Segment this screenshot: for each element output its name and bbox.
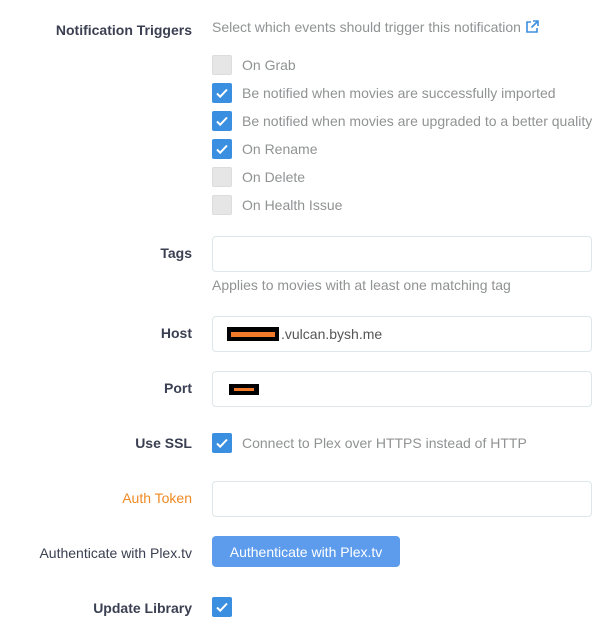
on-import-label: Be notified when movies are successfully… <box>242 85 556 101</box>
trigger-on-import[interactable]: Be notified when movies are successfully… <box>212 83 556 103</box>
authenticate-plex-button[interactable]: Authenticate with Plex.tv <box>212 536 400 567</box>
on-upgrade-checkbox[interactable] <box>212 111 232 131</box>
on-delete-label: On Delete <box>242 169 306 185</box>
on-grab-label: On Grab <box>242 57 296 73</box>
port-input[interactable] <box>212 371 592 407</box>
on-health-issue-checkbox[interactable] <box>212 195 232 215</box>
trigger-on-rename[interactable]: On Rename <box>212 139 317 159</box>
trigger-on-grab[interactable]: On Grab <box>212 55 296 75</box>
authenticate-label: Authenticate with Plex.tv <box>39 545 192 561</box>
tags-label: Tags <box>160 245 192 261</box>
update-library-checkbox[interactable] <box>212 597 232 617</box>
check-icon <box>216 438 228 449</box>
port-label: Port <box>164 380 192 396</box>
tags-help: Applies to movies with at least one matc… <box>212 277 511 293</box>
on-import-checkbox[interactable] <box>212 83 232 103</box>
notification-triggers-help-text: Select which events should trigger this … <box>212 19 521 35</box>
auth-token-label: Auth Token <box>122 490 192 506</box>
tags-input[interactable] <box>212 236 592 272</box>
trigger-on-upgrade[interactable]: Be notified when movies are upgraded to … <box>212 111 592 131</box>
use-ssl-help: Connect to Plex over HTTPS instead of HT… <box>242 435 527 451</box>
check-icon <box>216 602 228 613</box>
on-rename-checkbox[interactable] <box>212 139 232 159</box>
notification-triggers-help: Select which events should trigger this … <box>212 18 539 36</box>
redaction-mark <box>229 383 259 395</box>
check-icon <box>216 88 228 99</box>
on-rename-label: On Rename <box>242 141 318 157</box>
auth-token-input[interactable] <box>212 481 592 517</box>
notification-triggers-label: Notification Triggers <box>55 22 192 38</box>
trigger-on-delete[interactable]: On Delete <box>212 167 305 187</box>
host-input[interactable]: .vulcan.bysh.me <box>212 316 592 352</box>
update-library-label: Update Library <box>93 600 192 616</box>
on-upgrade-label: Be notified when movies are upgraded to … <box>242 113 593 129</box>
on-grab-checkbox[interactable] <box>212 55 232 75</box>
check-icon <box>216 116 228 127</box>
use-ssl-option[interactable]: Connect to Plex over HTTPS instead of HT… <box>212 433 527 453</box>
update-library-option[interactable] <box>212 597 232 617</box>
use-ssl-checkbox[interactable] <box>212 433 232 453</box>
redaction-mark <box>227 327 279 341</box>
trigger-on-health-issue[interactable]: On Health Issue <box>212 195 342 215</box>
on-delete-checkbox[interactable] <box>212 167 232 187</box>
host-value: .vulcan.bysh.me <box>281 326 383 342</box>
host-label: Host <box>160 325 192 341</box>
external-link-icon[interactable] <box>525 20 539 34</box>
check-icon <box>216 144 228 155</box>
on-health-issue-label: On Health Issue <box>242 197 343 213</box>
use-ssl-label: Use SSL <box>135 435 192 451</box>
